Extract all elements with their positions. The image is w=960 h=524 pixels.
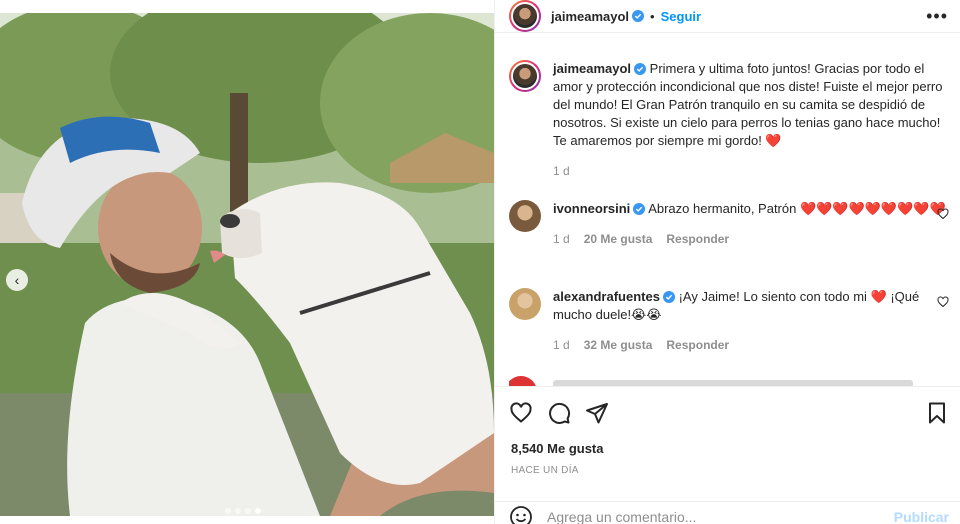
reply-button[interactable]: Responder xyxy=(666,230,729,248)
comment-username[interactable]: ivonneorsini xyxy=(553,201,630,216)
post-header: jaimeamayol • Seguir ••• xyxy=(495,0,960,33)
carousel-dot-active xyxy=(255,508,261,514)
like-comment-icon[interactable] xyxy=(937,208,949,220)
post-sidebar: jaimeamayol • Seguir ••• jaimeamayol Pri… xyxy=(494,0,960,524)
next-comment-peek xyxy=(509,376,949,386)
comment-time[interactable]: 1 d xyxy=(553,230,570,248)
comment-username[interactable]: alexandrafuentes xyxy=(553,289,660,304)
comment-item: alexandrafuentes ¡Ay Jaime! Lo siento co… xyxy=(509,288,949,354)
verified-badge-icon xyxy=(632,10,645,22)
likes-count[interactable]: 8,540 Me gusta xyxy=(511,441,604,456)
author-avatar-small[interactable] xyxy=(509,60,541,92)
author-username[interactable]: jaimeamayol xyxy=(551,9,629,24)
reply-button[interactable]: Responder xyxy=(666,336,729,354)
caption: jaimeamayol Primera y ultima foto juntos… xyxy=(509,60,949,180)
comment-likes[interactable]: 32 Me gusta xyxy=(584,336,653,354)
save-bookmark-icon[interactable] xyxy=(925,401,949,425)
author-avatar[interactable] xyxy=(509,0,541,32)
publish-button[interactable]: Publicar xyxy=(894,509,949,524)
verified-badge-icon xyxy=(633,203,646,215)
carousel-dot xyxy=(225,508,231,514)
verified-badge-icon xyxy=(662,291,675,303)
verified-badge-icon xyxy=(634,63,647,75)
carousel-dot xyxy=(235,508,241,514)
carousel-prev-button[interactable]: ‹ xyxy=(6,269,28,291)
comment-input[interactable] xyxy=(547,508,894,524)
comment-item: ivonneorsini Abrazo hermanito, Patrón ❤️… xyxy=(509,200,949,248)
post-media-panel: ‹ xyxy=(0,0,494,524)
post-photo[interactable]: ‹ xyxy=(0,13,494,516)
like-comment-icon[interactable] xyxy=(937,296,949,308)
comment-icon[interactable] xyxy=(547,401,571,425)
emoji-icon[interactable] xyxy=(509,505,533,524)
post-time-ago[interactable]: HACE UN DÍA xyxy=(511,465,579,476)
follow-button[interactable]: Seguir xyxy=(661,9,701,24)
more-options-icon[interactable]: ••• xyxy=(926,7,948,25)
photo-illustration xyxy=(0,13,494,516)
share-icon[interactable] xyxy=(585,401,609,425)
caption-username[interactable]: jaimeamayol xyxy=(553,61,631,76)
carousel-dots xyxy=(225,508,261,514)
comment-likes[interactable]: 20 Me gusta xyxy=(584,230,653,248)
add-comment-bar: Publicar xyxy=(495,501,960,524)
post-actions: 8,540 Me gusta HACE UN DÍA Publicar xyxy=(495,386,960,524)
like-icon[interactable] xyxy=(509,401,533,425)
comments-list[interactable]: jaimeamayol Primera y ultima foto juntos… xyxy=(495,48,960,386)
carousel-dot xyxy=(245,508,251,514)
comment-time[interactable]: 1 d xyxy=(553,336,570,354)
comment-text: Abrazo hermanito, Patrón ❤️❤️❤️❤️❤️❤️❤️❤… xyxy=(648,201,946,216)
caption-time[interactable]: 1 d xyxy=(553,162,570,180)
commenter-avatar[interactable] xyxy=(509,200,541,232)
header-separator: • xyxy=(650,8,655,24)
commenter-avatar[interactable] xyxy=(509,288,541,320)
